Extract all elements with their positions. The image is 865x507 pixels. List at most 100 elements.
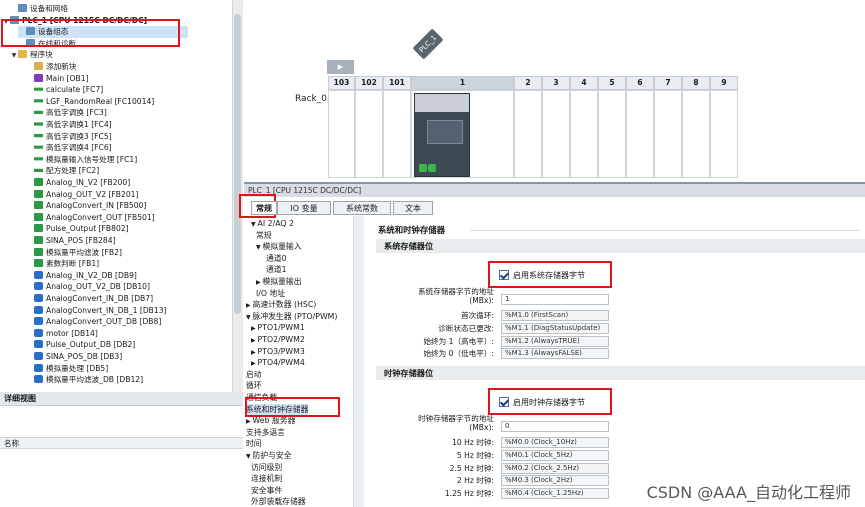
sys-bit-value[interactable]: %M1.3 (AlwaysFALSE) [501, 348, 609, 360]
tree-item[interactable]: AnalogConvert_IN_DB [DB7] [26, 293, 153, 305]
block-icon [34, 145, 43, 149]
tree-item[interactable]: AnalogConvert_IN [FB500] [26, 200, 146, 212]
sys-highlight [488, 261, 612, 288]
tree-item[interactable]: Analog_IN_V2 [FB200] [26, 177, 130, 189]
tree-item[interactable]: AnalogConvert_OUT [FB501] [26, 212, 155, 224]
tree-item[interactable]: 高低字调换 [FC3] [26, 107, 107, 119]
tree-item[interactable]: SINA_POS [FB284] [26, 235, 116, 247]
clk-bit-value[interactable]: %M0.4 (Clock_1.25Hz) [501, 488, 609, 500]
rack-slot[interactable] [383, 90, 411, 178]
tree-item[interactable]: SINA_POS_DB [DB3] [26, 351, 122, 363]
expand-rack-button[interactable]: ▶ [327, 60, 354, 74]
rack-slot-header[interactable]: 2 [514, 76, 542, 90]
tree-item[interactable]: 模拟量平均滤波 [FB2] [26, 247, 122, 259]
nav-item[interactable]: 外部装载存储器 [251, 496, 306, 507]
cpu-connector [428, 164, 436, 172]
block-icon [34, 99, 43, 103]
tree-item-label: 设备和网络 [30, 4, 68, 13]
rack-slot-header[interactable]: 101 [383, 76, 411, 90]
tree-item[interactable]: 添加新块 [26, 61, 76, 73]
rack-slot[interactable] [542, 90, 570, 178]
rack-slot[interactable] [598, 90, 626, 178]
clk-bit-value[interactable]: %M0.2 (Clock_2.5Hz) [501, 462, 609, 474]
rack-slot-header[interactable]: 8 [682, 76, 710, 90]
tree-item[interactable]: 模拟量输入信号处理 [FC1] [26, 154, 137, 166]
rack-slot-header[interactable]: 5 [598, 76, 626, 90]
detail-column-name[interactable]: 名称 [0, 437, 243, 449]
tree-item[interactable]: 模拟量处理 [DB5] [26, 363, 108, 375]
tree-item[interactable]: 高低字调换4 [FC6] [26, 142, 112, 154]
tree-item[interactable]: Pulse_Output_DB [DB2] [26, 339, 135, 351]
cpu-module-image[interactable] [414, 93, 470, 177]
rack-slot[interactable] [355, 90, 383, 178]
rack-slot[interactable] [626, 90, 654, 178]
tree-item[interactable]: AnalogConvert_OUT_DB [DB8] [26, 316, 161, 328]
block-icon [34, 305, 43, 314]
project-tree: 设备和网络 ▼ PLC_1 [CPU 1215C DC/DC/DC] 设备组态 在线和诊… [0, 0, 243, 392]
expand-toggle-icon[interactable]: ▼ [10, 50, 18, 62]
nav-scrollbar[interactable] [353, 216, 364, 507]
tree-item[interactable]: 模拟量平均滤波_DB [DB12] [26, 374, 143, 386]
tree-item[interactable]: ▼ 程序块 [10, 49, 53, 61]
clk-bit-value[interactable]: %M0.3 (Clock_2Hz) [501, 475, 609, 487]
tab-system-constants[interactable]: 系统常数 [333, 201, 391, 215]
properties-content: 系统和时钟存储器 系统存储器位 启用系统存储器字节 系统存储器字节的地址 (MBx): 1… [370, 216, 865, 507]
rack-slot-header[interactable]: 7 [654, 76, 682, 90]
clk-bit-value[interactable]: %M0.0 (Clock_10Hz) [501, 437, 609, 448]
cpu-module-panel [427, 120, 463, 144]
tab-io-tags[interactable]: IO 变量 [277, 201, 331, 215]
rack-slot-header[interactable]: 3 [542, 76, 570, 90]
rack-slot[interactable] [654, 90, 682, 178]
tree-item[interactable]: 配方处理 [FC2] [26, 165, 99, 177]
rack-slot-header[interactable]: 1 [411, 76, 514, 90]
tree-item[interactable]: Analog_OUT_V2 [FB201] [26, 189, 138, 201]
tree-item-label: 高低字调换 [FC3] [46, 108, 107, 118]
rack-slot[interactable] [710, 90, 738, 178]
tree-item-label: 高低字调换4 [FC6] [46, 143, 112, 153]
tree-item[interactable]: Analog_IN_V2_DB [DB9] [26, 270, 137, 282]
clk-address-input[interactable]: 0 [501, 421, 609, 432]
block-icon [34, 352, 43, 360]
block-icon [34, 340, 43, 349]
tree-item[interactable]: 素数判断 [FB1] [26, 258, 99, 270]
nav-item-label: PTO2/PWM2 [257, 335, 305, 344]
tree-item[interactable]: 高低字调换3 [FC5] [26, 131, 112, 143]
rack-slot-header[interactable]: 103 [328, 76, 355, 90]
tree-item[interactable]: AnalogConvert_IN_DB_1 [DB13] [26, 305, 167, 317]
block-icon [34, 236, 43, 244]
rack-slot-header[interactable]: 9 [710, 76, 738, 90]
rack-slot-header[interactable]: 6 [626, 76, 654, 90]
sys-bit-value[interactable]: %M1.1 (DiagStatusUpdate) [501, 322, 609, 334]
sys-bit-value[interactable]: %M1.0 (FirstScan) [501, 310, 609, 321]
sys-address-input[interactable]: 1 [501, 294, 609, 305]
tree-item[interactable]: LGF_RandomReal [FC10014] [26, 96, 154, 108]
tree-item[interactable]: 高低字调换1 [FC4] [26, 119, 112, 131]
rack-slot-header[interactable]: 4 [570, 76, 598, 90]
block-icon [34, 224, 43, 233]
detail-view [0, 392, 243, 507]
clk-bit-value[interactable]: %M0.1 (Clock_5Hz) [501, 449, 609, 461]
tab-general[interactable]: 常规 [251, 201, 277, 215]
block-icon [34, 133, 43, 138]
tree-item-label: 模拟量处理 [DB5] [46, 363, 109, 373]
rack-slot[interactable] [328, 90, 355, 178]
tree-item[interactable]: 设备和网络 [10, 3, 68, 15]
sys-bit-value[interactable]: %M1.2 (AlwaysTRUE) [501, 335, 609, 347]
tree-item-label: SINA_POS_DB [DB3] [46, 352, 123, 361]
rack-slot[interactable] [514, 90, 542, 178]
rack-slot[interactable] [570, 90, 598, 178]
tree-item-label: 模拟量平均滤波_DB [DB12] [46, 375, 144, 385]
properties-nav: ▼ AI 2/AQ 2 常规 ▼ 模拟量输入 通道0 通道1 ▶ 模拟量输出 I/O 地址 ▶… [244, 216, 364, 507]
tree-item-label: 添加新块 [46, 62, 77, 71]
nav-item-label: PTO3/PWM3 [257, 346, 305, 356]
tree-item[interactable]: motor [DB14] [26, 328, 98, 340]
rack-slot-header[interactable]: 102 [355, 76, 383, 90]
tree-item[interactable]: calculate [FC7] [26, 84, 103, 96]
section-title: 系统和时钟存储器 [378, 225, 445, 235]
tree-item[interactable]: Main [OB1] [26, 73, 89, 85]
tab-texts[interactable]: 文本 [393, 201, 433, 215]
tree-item[interactable]: Analog_OUT_V2_DB [DB10] [26, 281, 150, 293]
rack-slot[interactable] [682, 90, 710, 178]
tree-item[interactable]: Pulse_Output [FB802] [26, 223, 129, 235]
tree-scrollbar-thumb[interactable] [234, 14, 241, 314]
